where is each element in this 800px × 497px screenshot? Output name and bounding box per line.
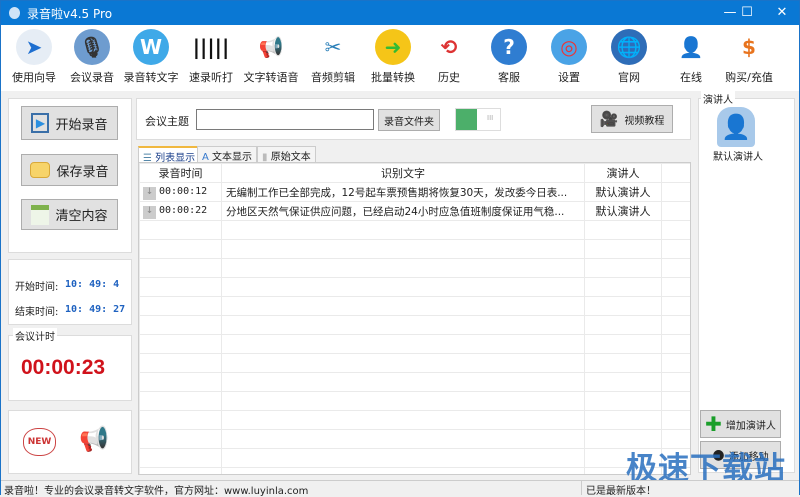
- speaker-voice-icon[interactable]: ↓: [143, 206, 156, 219]
- clear-content-button[interactable]: 清空内容: [21, 199, 118, 230]
- toolbar-dollar-coin-button[interactable]: $ 购买/充值: [719, 27, 779, 89]
- scissors-icon: ✂: [315, 29, 351, 65]
- time-value: 00:00:12: [159, 186, 208, 197]
- start-recording-button[interactable]: ▶ 开始录音: [21, 106, 118, 140]
- speaker-group-label: 演讲人: [701, 91, 735, 106]
- empty-row: [139, 372, 690, 392]
- bag-icon: [30, 162, 51, 178]
- topic-input[interactable]: [196, 109, 374, 130]
- table-row[interactable]: ↓ 00:00:22 分地区天然气保证供应问题，已经启动24小时应急值班制度保证用气…: [139, 201, 690, 221]
- speaker-name[interactable]: 默认演讲人: [713, 148, 763, 163]
- toolbar-megaphone-button[interactable]: 📢 文字转语音: [241, 27, 301, 89]
- column-header-blank: [661, 163, 690, 183]
- close-button[interactable]: ✕: [765, 1, 799, 25]
- column-header-text[interactable]: 识别文字: [221, 163, 585, 183]
- empty-row: [139, 258, 690, 278]
- start-recording-label: 开始录音: [55, 117, 108, 133]
- user-outline-icon: 👤: [673, 29, 709, 65]
- column-header-speaker[interactable]: 演讲人: [584, 163, 662, 183]
- clear-content-label: 清空内容: [55, 209, 108, 224]
- toolbar-label: 购买/充值: [725, 71, 773, 84]
- new-badge-icon[interactable]: NEW: [23, 428, 56, 456]
- title-bar: 录音啦v4.5 Pro — ☐ ✕: [1, 1, 799, 25]
- tab-list-view[interactable]: ☰ 列表显示: [138, 146, 201, 164]
- empty-row: [139, 296, 690, 316]
- column-header-time[interactable]: 录音时间: [139, 163, 222, 183]
- text-cell: 分地区天然气保证供应问题，已经启动24小时应急值班制度保证用气稳...: [221, 201, 585, 221]
- text-cell: 无编制工作已全部完成，12号起车票预售期将恢复30天，发改委今日表...: [221, 182, 585, 202]
- lifebuoy-icon: ◎: [551, 29, 587, 65]
- save-recording-button[interactable]: 保存录音: [21, 154, 118, 186]
- window-title: 录音啦v4.5 Pro: [27, 7, 113, 21]
- history-clock-icon: ⟲: [431, 29, 467, 65]
- speaker-cell: 默认演讲人: [584, 201, 662, 221]
- topic-label: 会议主题: [145, 115, 189, 128]
- empty-row: [139, 391, 690, 411]
- empty-row: [139, 334, 690, 354]
- table-row[interactable]: ↓ 00:00:12 无编制工作已全部完成，12号起车票预售期将恢复30天，发改委今…: [139, 182, 690, 202]
- blank-cell: [661, 182, 690, 202]
- maximize-button[interactable]: ☐: [730, 1, 764, 25]
- help-question-icon: ?: [491, 29, 527, 65]
- toggle-knob: [456, 109, 477, 130]
- toggle-mark: III: [487, 114, 494, 122]
- start-time-value: 10: 49: 4: [65, 279, 120, 290]
- empty-row: [139, 448, 690, 468]
- empty-row: [139, 353, 690, 373]
- add-speaker-button[interactable]: ✚ 增加演讲人: [700, 410, 781, 438]
- toolbar-globe-button[interactable]: 🌐 官网: [599, 27, 659, 89]
- play-icon: ▶: [31, 113, 50, 133]
- empty-row: [139, 239, 690, 259]
- status-bar: 录音啦！专业的会议录音转文字软件，官方网址：www.luyinla.com 已是…: [1, 480, 799, 497]
- time-value: 00:00:22: [159, 205, 208, 216]
- start-time-label: 开始时间:: [15, 282, 59, 293]
- video-tutorial-label: 视频教程: [624, 115, 665, 127]
- folder-arrow-icon: ➜: [375, 29, 411, 65]
- speaker-voice-icon[interactable]: ↓: [143, 187, 156, 200]
- time-cell: ↓ 00:00:22: [139, 201, 222, 221]
- video-camera-icon: 🎥: [599, 110, 619, 128]
- timer-label: 会议计时: [13, 328, 57, 343]
- megaphone-icon: 📢: [253, 29, 289, 65]
- time-cell: ↓ 00:00:12: [139, 182, 222, 202]
- plus-icon: ✚: [705, 412, 722, 436]
- toggle-switch[interactable]: III: [455, 108, 501, 131]
- empty-row: [139, 277, 690, 297]
- add-speaker-label: 增加演讲人: [725, 420, 776, 432]
- megaphone-icon[interactable]: 📢: [79, 425, 109, 453]
- empty-row: [139, 410, 690, 430]
- end-time-label: 结束时间:: [15, 307, 59, 318]
- tab-raw-text[interactable]: ▮ 原始文本: [257, 146, 316, 163]
- toolbar: ➤ 使用向导 🎙 会议录音 W 录音转文字 ||||| 速录听打 📢 文字转语音 ✂ 音频剪辑 ➜ 批量转…: [1, 25, 799, 91]
- video-tutorial-button[interactable]: 🎥 视频教程: [591, 105, 673, 133]
- empty-row: [139, 315, 690, 335]
- navigation-arrow-icon: ➤: [16, 29, 52, 65]
- speaker-avatar[interactable]: 👤: [717, 107, 755, 147]
- save-recording-label: 保存录音: [56, 164, 109, 180]
- sound-wave-icon: |||||: [193, 29, 229, 65]
- transcript-table-container: 录音时间 识别文字 演讲人 ↓ 00:00:12 无编制工作已全部完成，12号起车票…: [138, 162, 691, 475]
- speaker-cell: 默认演讲人: [584, 182, 662, 202]
- end-time-value: 10: 49: 27: [65, 304, 126, 315]
- empty-row: [139, 429, 690, 449]
- tab-text-view[interactable]: A 文本显示: [197, 146, 258, 163]
- meeting-timer: 00:00:23: [21, 356, 106, 379]
- w-app-icon: W: [133, 29, 169, 65]
- trash-icon: [31, 204, 50, 225]
- empty-row: [139, 467, 690, 474]
- microphone-icon: 🎙: [74, 29, 110, 65]
- dollar-coin-icon: $: [731, 29, 767, 65]
- empty-row: [139, 220, 690, 240]
- blank-cell: [661, 201, 690, 221]
- transcript-table: 录音时间 识别文字 演讲人 ↓ 00:00:12 无编制工作已全部完成，12号起车票…: [139, 163, 690, 474]
- app-logo-icon: [9, 7, 20, 19]
- recording-folder-button[interactable]: 录音文件夹: [378, 109, 440, 131]
- globe-icon: 🌐: [611, 29, 647, 65]
